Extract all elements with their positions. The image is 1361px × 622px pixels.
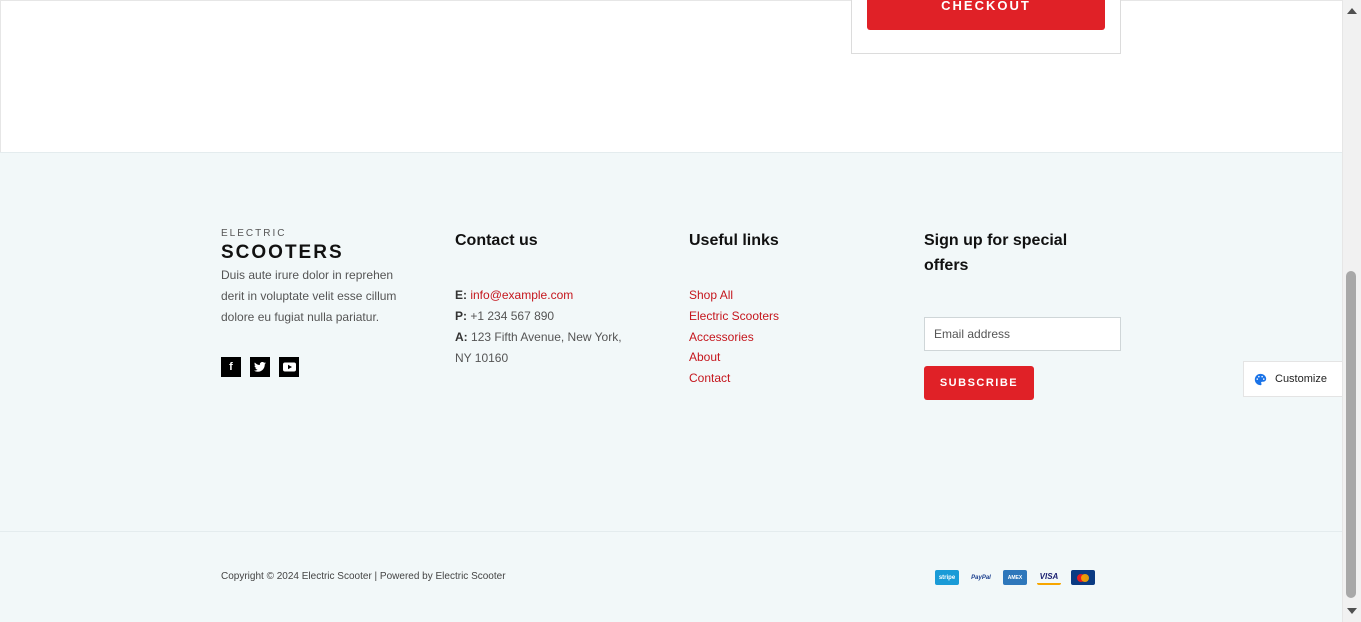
contact-info: E: info@example.com P: +1 234 567 890 A:…: [455, 285, 635, 369]
brand-description: Duis aute irure dolor in reprehen derit …: [221, 268, 397, 324]
phone-number: +1 234 567 890: [470, 309, 555, 323]
site-footer: ELECTRIC SCOOTERS Duis aute irure dolor …: [0, 152, 1342, 622]
stripe-icon: stripe: [935, 570, 959, 585]
twitter-icon[interactable]: [250, 357, 270, 377]
link-about[interactable]: About: [689, 347, 779, 368]
email-field[interactable]: [924, 317, 1121, 351]
cart-summary-box: CHECKOUT: [851, 0, 1121, 54]
link-contact[interactable]: Contact: [689, 368, 779, 389]
email-link[interactable]: info@example.com: [470, 288, 573, 302]
checkout-button[interactable]: CHECKOUT: [867, 0, 1105, 30]
email-label: E:: [455, 288, 467, 302]
copyright-text: Copyright © 2024 Electric Scooter | Powe…: [221, 571, 506, 582]
facebook-icon[interactable]: f: [221, 357, 241, 377]
amex-icon: AMEX: [1003, 570, 1027, 585]
brand-logo-small[interactable]: ELECTRIC: [221, 228, 286, 239]
customize-label: Customize: [1275, 373, 1327, 385]
scroll-up-icon[interactable]: [1347, 8, 1357, 14]
palette-icon: [1254, 373, 1267, 385]
social-links: f: [221, 357, 299, 377]
link-electric-scooters[interactable]: Electric Scooters: [689, 306, 779, 327]
address-label: A:: [455, 330, 468, 344]
customize-button[interactable]: Customize: [1243, 361, 1342, 397]
brand-logo-name[interactable]: SCOOTERS: [221, 242, 344, 264]
link-accessories[interactable]: Accessories: [689, 327, 779, 348]
scroll-down-icon[interactable]: [1347, 608, 1357, 614]
address-text: 123 Fifth Avenue, New York, NY 10160: [455, 330, 622, 365]
contact-heading: Contact us: [455, 232, 538, 249]
footer-divider: [0, 531, 1342, 532]
youtube-icon[interactable]: [279, 357, 299, 377]
useful-links-heading: Useful links: [689, 232, 779, 249]
subscribe-button[interactable]: SUBSCRIBE: [924, 366, 1034, 400]
visa-icon: VISA: [1037, 570, 1061, 585]
scrollbar[interactable]: [1342, 0, 1361, 622]
scrollbar-thumb[interactable]: [1346, 271, 1356, 598]
signup-heading: Sign up for special offers: [924, 232, 1068, 274]
main-content: CHECKOUT: [0, 0, 1342, 152]
link-shop-all[interactable]: Shop All: [689, 285, 779, 306]
mastercard-icon: [1071, 570, 1095, 585]
payment-methods: stripe PayPal AMEX VISA: [935, 570, 1095, 585]
phone-label: P:: [455, 309, 467, 323]
useful-links-list: Shop All Electric Scooters Accessories A…: [689, 285, 779, 389]
paypal-icon: PayPal: [971, 574, 991, 581]
